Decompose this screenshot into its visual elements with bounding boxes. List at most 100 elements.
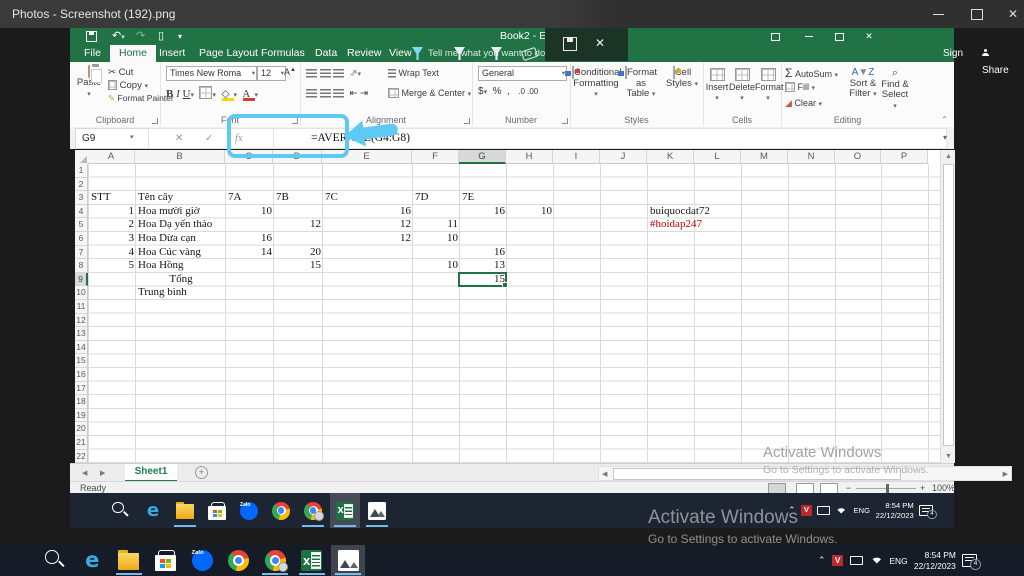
cell-B10[interactable]: Trung bình (136, 286, 224, 300)
merge-center-button[interactable]: Merge & Center ▾ (388, 88, 471, 98)
cell-B3[interactable]: Tên cây (136, 191, 224, 205)
cell-E5[interactable]: 12 (323, 218, 411, 232)
align-left-icon[interactable] (306, 89, 317, 98)
next-sheet-icon[interactable]: ▶ (100, 469, 105, 477)
taskbar-search-button[interactable] (106, 493, 136, 528)
cell-B5[interactable]: Hoa Dạ yến thảo (136, 218, 224, 232)
cell-A3[interactable]: STT (89, 191, 134, 205)
increase-indent-icon[interactable]: ⇥ (360, 88, 368, 99)
cell-D8[interactable]: 15 (274, 259, 321, 273)
cell-C6[interactable]: 16 (226, 232, 272, 246)
row-header-4[interactable]: 4 (75, 205, 88, 219)
cell-D7[interactable]: 20 (274, 246, 321, 260)
cell-E6[interactable]: 12 (323, 232, 411, 246)
cell-K5[interactable]: #hoidap247 (648, 218, 693, 232)
action-center-icon[interactable]: 4 (962, 554, 977, 567)
column-header-O[interactable]: O (835, 150, 881, 164)
column-header-I[interactable]: I (553, 150, 600, 164)
row-header-13[interactable]: 13 (75, 327, 88, 341)
taskbar-chrome-profile-button[interactable] (298, 493, 328, 528)
photos-close-button[interactable]: ✕ (996, 0, 1024, 28)
align-middle-icon[interactable] (320, 69, 331, 78)
taskbar-excel-button[interactable]: x (295, 545, 329, 576)
row-header-11[interactable]: 11 (75, 300, 88, 314)
clock[interactable]: 8:54 PM22/12/2023 (914, 550, 956, 571)
font-color-button[interactable]: A (243, 89, 255, 100)
tab-formulas[interactable]: Formulas (252, 45, 314, 62)
wifi-icon[interactable] (870, 554, 884, 567)
cell-A4[interactable]: 1 (89, 205, 134, 219)
decrease-indent-icon[interactable]: ⇤ (350, 88, 358, 99)
grow-font-button[interactable]: A▲ (284, 67, 296, 77)
redo-button[interactable]: ↷ (136, 30, 145, 43)
insert-cells-button[interactable]: Insert▾ (705, 68, 729, 103)
delete-cells-button[interactable]: Delete▾ (729, 68, 755, 103)
cut-button[interactable]: ✂ Cut (108, 67, 133, 78)
clear-button[interactable]: ◢ Clear ▾ (785, 98, 822, 109)
row-header-12[interactable]: 12 (75, 314, 88, 328)
copy-button[interactable]: Copy ▾ (108, 80, 148, 91)
tab-file[interactable]: File (75, 45, 110, 62)
cell-B8[interactable]: Hoa Hồng (136, 259, 224, 273)
number-dialog-launcher[interactable] (562, 118, 568, 124)
row-header-10[interactable]: 10 (75, 286, 88, 300)
cell-E4[interactable]: 16 (323, 205, 411, 219)
fill-button[interactable]: Fill ▾ (785, 82, 815, 92)
column-header-F[interactable]: F (412, 150, 459, 164)
cell-F6[interactable]: 10 (413, 232, 458, 246)
bold-button[interactable]: B (166, 88, 173, 100)
cell-D3[interactable]: 7B (274, 191, 321, 205)
taskbar-search-button[interactable] (39, 545, 73, 576)
language-indicator[interactable]: ENG (889, 556, 907, 566)
column-header-J[interactable]: J (600, 150, 647, 164)
fill-handle[interactable] (502, 282, 508, 288)
excel-restore-button[interactable] (826, 29, 852, 44)
sort-filter-button[interactable]: A▼Z Sort &Filter ▾ (847, 68, 879, 101)
cell-H4[interactable]: 10 (507, 205, 552, 219)
taskbar-excel-button[interactable]: x (330, 493, 360, 528)
row-header-20[interactable]: 20 (75, 422, 88, 436)
qat-customize-button[interactable]: ▾ (178, 30, 182, 43)
zoom-slider-thumb[interactable] (886, 484, 889, 493)
photos-maximize-button[interactable] (960, 0, 994, 28)
row-header-8[interactable]: 8 (75, 259, 88, 273)
undo-button[interactable]: ↶▾ (112, 30, 125, 44)
cell-G7[interactable]: 16 (460, 246, 505, 260)
comma-format-button[interactable]: , (507, 86, 510, 97)
align-right-icon[interactable] (333, 89, 344, 98)
align-center-icon[interactable] (320, 89, 331, 98)
number-format-select[interactable]: General▾ (478, 66, 567, 81)
zoom-level[interactable]: 100% (932, 483, 955, 493)
italic-button[interactable]: I (176, 88, 180, 100)
fill-color-button[interactable]: ◇ (222, 88, 234, 100)
find-select-button[interactable]: ⌕ Find &Select ▾ (879, 68, 911, 112)
column-header-G[interactable]: G (459, 150, 506, 164)
excel-minimize-button[interactable] (796, 29, 822, 44)
action-center-icon[interactable]: 4 (919, 505, 932, 517)
cell-F8[interactable]: 10 (413, 259, 458, 273)
cell-B6[interactable]: Hoa Dừa cạn (136, 232, 224, 246)
taskbar-explorer-button[interactable] (112, 545, 146, 576)
cell-F3[interactable]: 7D (413, 191, 458, 205)
taskbar-chrome-button[interactable] (222, 545, 256, 576)
save-icon[interactable] (86, 31, 97, 42)
format-as-table-button[interactable]: Format asTable ▾ (620, 68, 662, 101)
excel-close-button[interactable]: ✕ (856, 29, 882, 44)
tray-expand-icon[interactable]: ⌃ (818, 555, 826, 566)
name-box-dropdown-icon[interactable]: ▾ (130, 128, 134, 147)
taskbar-zalo-button[interactable]: Zalo (234, 493, 264, 528)
taskbar-explorer-button[interactable] (170, 493, 200, 528)
cell-C3[interactable]: 7A (226, 191, 272, 205)
orientation-icon[interactable]: ⇗ (350, 68, 358, 79)
taskbar-photos-button[interactable] (362, 493, 392, 528)
align-top-icon[interactable] (306, 69, 317, 78)
share-button[interactable]: Share (982, 45, 1009, 79)
decimal-buttons[interactable]: .0 .00 (518, 87, 538, 96)
prev-sheet-icon[interactable]: ◀ (82, 469, 87, 477)
row-header-22[interactable]: 22 (75, 450, 88, 464)
cell-C4[interactable]: 10 (226, 205, 272, 219)
row-header-16[interactable]: 16 (75, 368, 88, 382)
format-cells-button[interactable]: Format▾ (755, 68, 781, 103)
cell-A5[interactable]: 2 (89, 218, 134, 232)
taskbar-store-button[interactable] (202, 493, 232, 528)
